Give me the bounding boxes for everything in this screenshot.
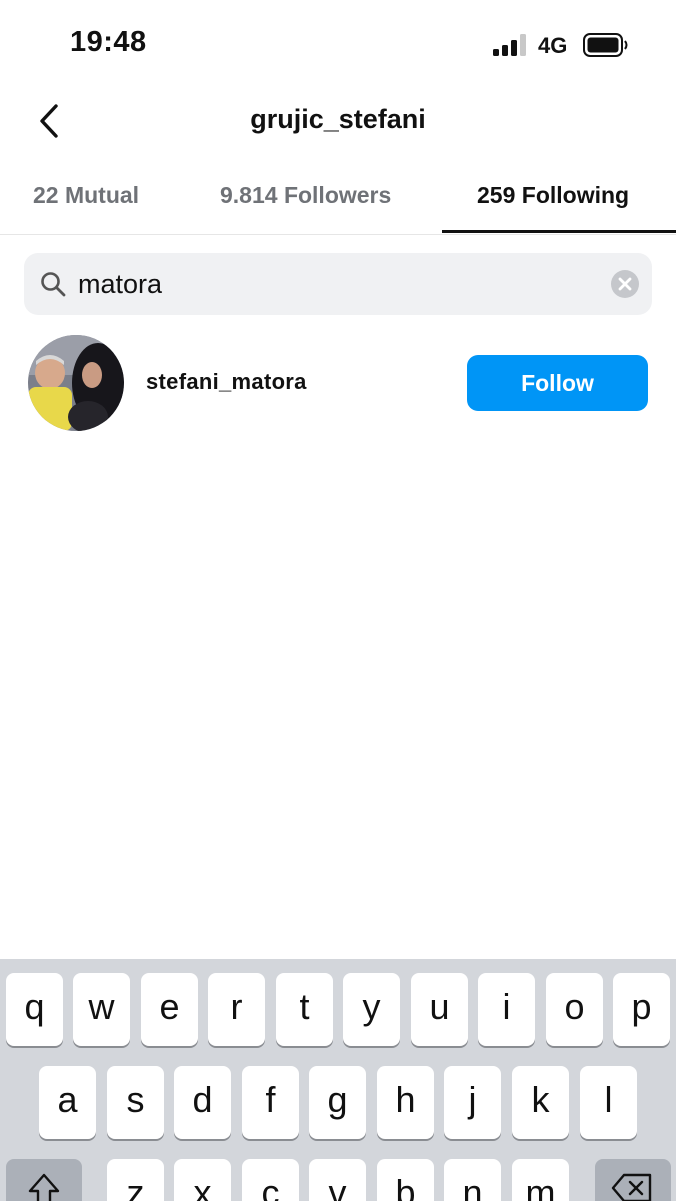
key-g[interactable]: g <box>309 1066 366 1139</box>
active-tab-indicator <box>442 230 676 233</box>
key-s[interactable]: s <box>107 1066 164 1139</box>
battery-icon <box>583 33 628 57</box>
key-l[interactable]: l <box>580 1066 637 1139</box>
status-time: 19:48 <box>70 26 147 58</box>
key-f[interactable]: f <box>242 1066 299 1139</box>
tab-bar: 22 Mutual 9.814 Followers 259 Following <box>0 168 676 235</box>
key-o[interactable]: o <box>546 973 603 1046</box>
key-z[interactable]: z <box>107 1159 164 1201</box>
page-title: grujic_stefani <box>250 104 426 134</box>
nav-header: grujic_stefani <box>0 90 676 152</box>
search-icon <box>41 272 66 297</box>
key-u[interactable]: u <box>411 973 468 1046</box>
status-bar: 19:48 4G <box>0 0 676 90</box>
avatar[interactable] <box>28 335 124 431</box>
signal-icon <box>493 34 529 56</box>
tab-following[interactable]: 259 Following <box>477 182 629 209</box>
network-type: 4G <box>538 33 568 58</box>
key-e[interactable]: e <box>141 973 198 1046</box>
key-b[interactable]: b <box>377 1159 434 1201</box>
key-y[interactable]: y <box>343 973 400 1046</box>
key-p[interactable]: p <box>613 973 670 1046</box>
tab-mutual[interactable]: 22 Mutual <box>33 182 139 209</box>
profile-photo <box>28 335 124 431</box>
keyboard: q w e r t y u i o p a s d f g h j k l z … <box>0 959 676 1201</box>
key-i[interactable]: i <box>478 973 535 1046</box>
key-d[interactable]: d <box>174 1066 231 1139</box>
username[interactable]: stefani_matora <box>146 369 307 395</box>
key-h[interactable]: h <box>377 1066 434 1139</box>
key-c[interactable]: c <box>242 1159 299 1201</box>
clear-search-button[interactable] <box>611 270 639 298</box>
backspace-key[interactable] <box>595 1159 671 1201</box>
shift-icon <box>28 1173 60 1201</box>
key-v[interactable]: v <box>309 1159 366 1201</box>
tab-followers[interactable]: 9.814 Followers <box>220 182 391 209</box>
search-bar <box>24 253 652 315</box>
key-x[interactable]: x <box>174 1159 231 1201</box>
key-n[interactable]: n <box>444 1159 501 1201</box>
backspace-icon <box>611 1173 652 1201</box>
key-j[interactable]: j <box>444 1066 501 1139</box>
shift-key[interactable] <box>6 1159 82 1201</box>
key-q[interactable]: q <box>6 973 63 1046</box>
search-input[interactable] <box>78 265 598 303</box>
close-icon <box>618 277 632 291</box>
follow-button[interactable]: Follow <box>467 355 648 411</box>
key-k[interactable]: k <box>512 1066 569 1139</box>
user-list-item[interactable]: stefani_matora Follow <box>0 335 676 431</box>
key-a[interactable]: a <box>39 1066 96 1139</box>
key-t[interactable]: t <box>276 973 333 1046</box>
key-m[interactable]: m <box>512 1159 569 1201</box>
key-r[interactable]: r <box>208 973 265 1046</box>
key-w[interactable]: w <box>73 973 130 1046</box>
